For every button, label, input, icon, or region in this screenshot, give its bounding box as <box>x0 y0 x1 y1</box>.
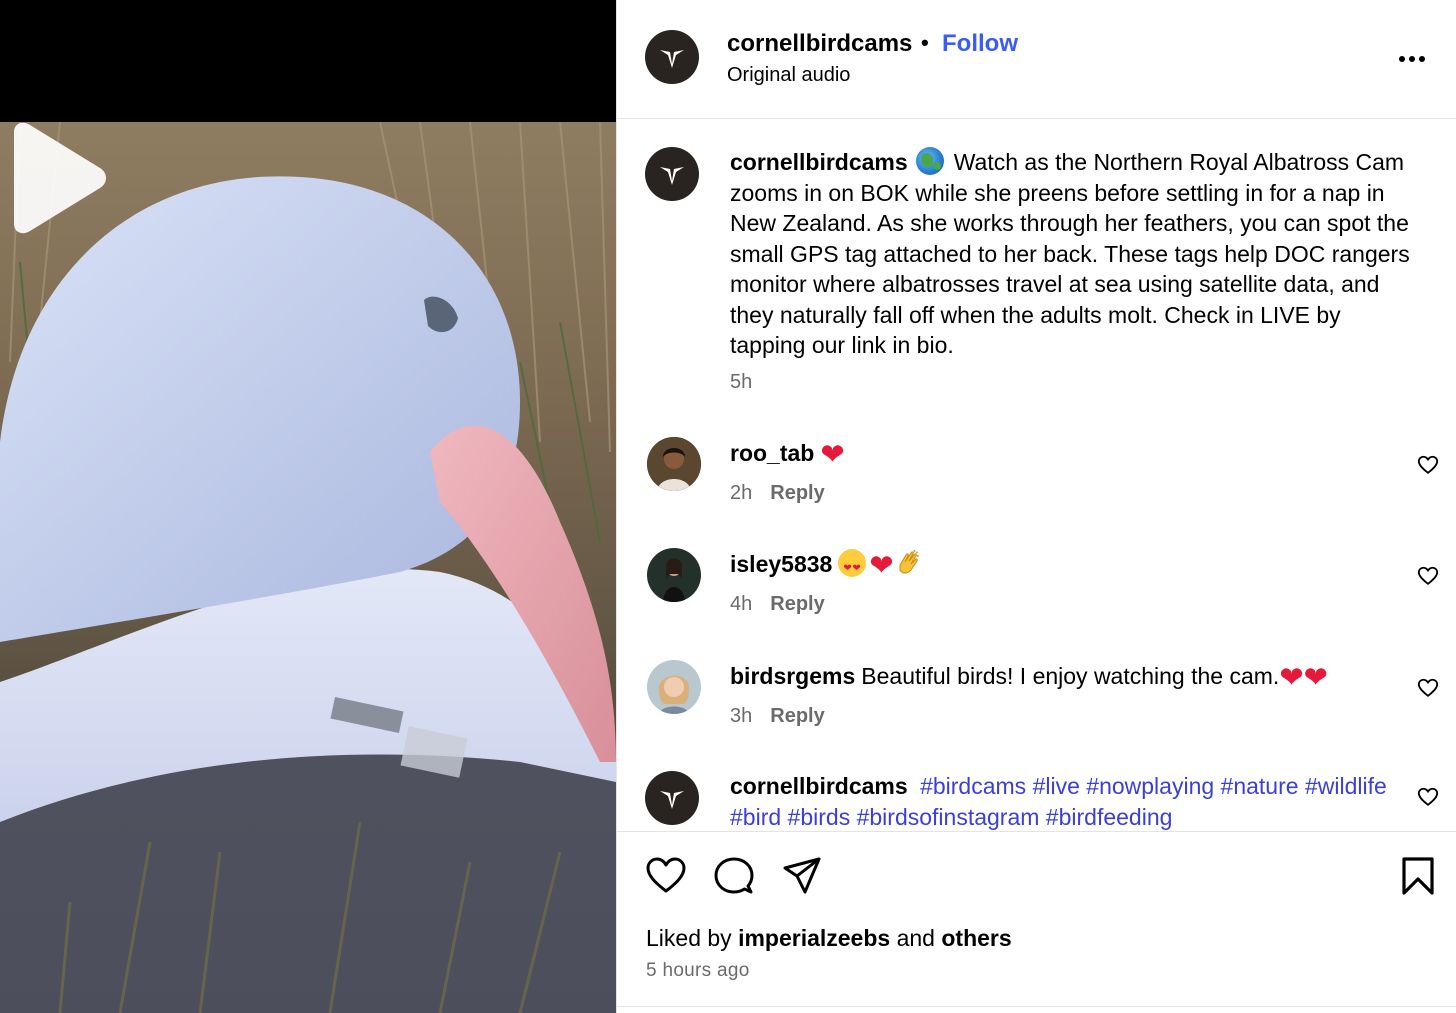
comment-meta: 3h Reply <box>730 705 825 728</box>
comment-username[interactable]: birdsrgems <box>730 663 855 689</box>
avatar-photo-image <box>647 548 701 602</box>
heart-emoji: ❤ <box>1279 660 1304 694</box>
reply-button[interactable]: Reply <box>770 482 824 504</box>
avatar-photo-image <box>647 437 701 491</box>
post-actions <box>617 855 1456 899</box>
commenter-avatar[interactable] <box>647 660 701 714</box>
comment-item: birdsrgems Beautiful birds! I enjoy watch… <box>617 660 1456 771</box>
hashtag-link[interactable]: #live <box>1033 773 1080 799</box>
comment-username[interactable]: cornellbirdcams <box>730 773 908 799</box>
heart-emoji: ❤ <box>820 437 845 471</box>
video-frame[interactable] <box>0 122 616 1013</box>
comment-time[interactable]: 4h <box>730 593 752 615</box>
header-divider <box>617 118 1456 119</box>
heart-emoji: ❤ <box>869 548 894 582</box>
separator-dot: • <box>921 30 929 55</box>
caption-username[interactable]: cornellbirdcams <box>730 149 908 175</box>
heart-emoji: ❤ <box>1303 660 1328 694</box>
comment-item: isley5838 ❤ 4h Reply <box>617 548 1456 659</box>
play-icon[interactable] <box>0 122 110 234</box>
hummingbird-logo-icon <box>660 791 684 809</box>
hashtag-comment-avatar[interactable] <box>645 771 699 825</box>
reply-button[interactable]: Reply <box>770 593 824 615</box>
post-caption: cornellbirdcams Watch as the Northern Roy… <box>730 147 1420 361</box>
liked-by-user[interactable]: imperialzeebs <box>738 925 890 951</box>
like-comment-heart-icon[interactable] <box>1417 786 1439 808</box>
like-comment-heart-icon[interactable] <box>1417 565 1439 587</box>
more-options-icon[interactable] <box>1399 46 1429 72</box>
author-username[interactable]: cornellbirdcams <box>727 30 912 58</box>
footer-divider <box>617 1006 1456 1007</box>
post-media[interactable] <box>0 0 616 1013</box>
comment-text: birdsrgems Beautiful birds! I enjoy watch… <box>730 660 1328 694</box>
hummingbird-logo-icon <box>660 167 684 185</box>
comments-divider <box>617 831 1456 832</box>
hashtag-link[interactable]: #birdsofinstagram <box>857 804 1040 830</box>
hashtag-comment: cornellbirdcams #birdcams #live #nowplay… <box>730 771 1410 832</box>
hashtag-link[interactable]: #bird <box>730 804 781 830</box>
comment-time[interactable]: 2h <box>730 482 752 504</box>
post-timestamp[interactable]: 5 hours ago <box>646 960 750 982</box>
globe-emoji <box>915 147 944 175</box>
albatross-image <box>0 122 616 1013</box>
caption-timestamp[interactable]: 5h <box>730 371 752 394</box>
follow-button[interactable]: Follow <box>942 30 1018 58</box>
comment-meta: 2h Reply <box>730 482 825 505</box>
liked-by-others[interactable]: others <box>941 925 1011 951</box>
hashtag-link[interactable]: #wildlife <box>1305 773 1387 799</box>
hashtag-link[interactable]: #nowplaying <box>1086 773 1214 799</box>
post-panel: cornellbirdcams • Follow Original audio … <box>616 0 1456 1013</box>
reply-button[interactable]: Reply <box>770 705 824 727</box>
heart-icon[interactable] <box>645 855 687 897</box>
comment-text: roo_tab ❤ <box>730 438 845 469</box>
bookmark-icon[interactable] <box>1397 855 1439 897</box>
hashtag-link[interactable]: #birdfeeding <box>1046 804 1173 830</box>
clap-emoji <box>899 549 919 574</box>
original-audio-link[interactable]: Original audio <box>727 64 850 87</box>
comment-username[interactable]: isley5838 <box>730 551 832 577</box>
comment-text: isley5838 ❤ <box>730 548 922 584</box>
hashtag-link[interactable]: #birdcams <box>920 773 1026 799</box>
commenter-avatar[interactable] <box>647 548 701 602</box>
author-avatar[interactable] <box>645 30 699 84</box>
caption-text: Watch as the Northern Royal Albatross Ca… <box>730 149 1410 358</box>
comment-time[interactable]: 3h <box>730 705 752 727</box>
hashtag-link[interactable]: #nature <box>1221 773 1299 799</box>
heart-eyes-emoji <box>838 549 867 584</box>
share-icon[interactable] <box>781 855 823 897</box>
comment-icon[interactable] <box>713 855 755 897</box>
comment-meta: 4h Reply <box>730 593 825 616</box>
hummingbird-logo-icon <box>660 50 684 68</box>
like-comment-heart-icon[interactable] <box>1417 454 1439 476</box>
like-comment-heart-icon[interactable] <box>1417 677 1439 699</box>
liked-by: Liked by imperialzeebs and others <box>646 925 1012 951</box>
commenter-avatar[interactable] <box>647 437 701 491</box>
comment-username[interactable]: roo_tab <box>730 440 814 466</box>
comment-item: roo_tab ❤ 2h Reply <box>617 437 1456 548</box>
caption-avatar[interactable] <box>645 147 699 201</box>
avatar-photo-image <box>647 660 701 714</box>
hashtag-link[interactable]: #birds <box>788 804 851 830</box>
